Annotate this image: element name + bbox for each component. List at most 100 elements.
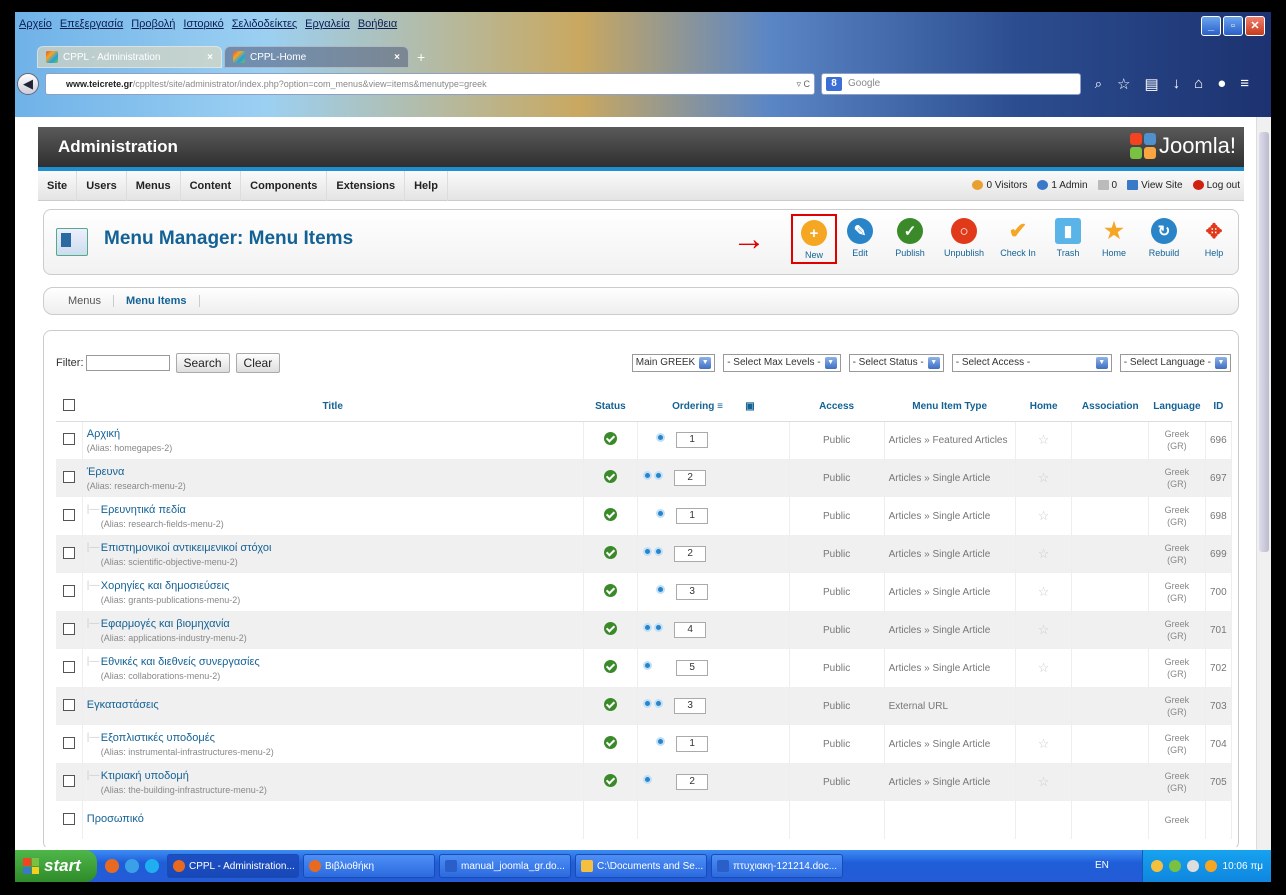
table-row[interactable]: Εγκαταστάσεις 3 Public External URL Greek (GR… <box>56 687 1233 725</box>
logout-link[interactable]: Log out <box>1192 171 1240 201</box>
move-up-icon[interactable] <box>643 661 653 670</box>
default-star-icon[interactable]: ☆ <box>1038 508 1050 523</box>
row-checkbox[interactable] <box>62 508 75 521</box>
rebuild-button[interactable]: ↻ Rebuild <box>1137 214 1191 264</box>
language-select[interactable]: - Select Language - ▼ <box>1119 354 1231 372</box>
table-row[interactable]: Εθνικές και διεθνείς συνεργασίες (Alias: … <box>56 649 1233 687</box>
move-down-icon[interactable] <box>656 737 666 746</box>
table-row[interactable]: Επιστημονικοί αντικειμενικοί στόχοι (Alia… <box>56 535 1233 573</box>
item-title-link[interactable]: Εγκαταστάσεις <box>87 699 579 711</box>
update-icon[interactable] <box>1204 860 1217 872</box>
move-up-icon[interactable] <box>643 547 653 556</box>
view-site-link[interactable]: View Site <box>1127 171 1183 201</box>
access-select[interactable]: - Select Access - ▼ <box>951 354 1112 372</box>
close-window-button[interactable]: ✕ <box>1245 16 1265 36</box>
order-input[interactable]: 3 <box>676 584 709 600</box>
ie-icon[interactable] <box>125 859 139 873</box>
menu-edit[interactable]: Επεξεργασία <box>60 18 123 30</box>
reload-icon[interactable]: ▿ C <box>796 74 810 94</box>
association-column-header[interactable]: Association <box>1071 393 1149 422</box>
submenu-menu-items[interactable]: Menu Items <box>114 295 200 307</box>
row-checkbox[interactable] <box>62 774 75 787</box>
admin-menu-components[interactable]: Components <box>241 170 328 201</box>
item-title-link[interactable]: Εφαρμογές και βιομηχανία <box>101 618 579 630</box>
item-title-link[interactable]: Έρευνα <box>87 466 579 478</box>
trash-button[interactable]: ▮ Trash <box>1045 214 1091 264</box>
close-tab-icon[interactable]: × <box>394 52 400 63</box>
default-star-icon[interactable]: ☆ <box>1038 622 1050 637</box>
messages-status[interactable]: 0 <box>1097 171 1117 201</box>
type-cell[interactable]: Articles » Single Article <box>884 649 1016 687</box>
edit-button[interactable]: ✎ Edit <box>837 214 883 264</box>
item-title-link[interactable]: Επιστημονικοί αντικειμενικοί στόχοι <box>101 542 579 554</box>
type-cell[interactable]: Articles » Single Article <box>884 725 1016 763</box>
addon-icon[interactable]: ● <box>1217 75 1226 93</box>
row-checkbox[interactable] <box>62 698 75 711</box>
move-down-icon[interactable] <box>654 699 664 708</box>
ordering-column-header[interactable]: Ordering ≡ ▣ <box>637 393 790 422</box>
published-check-icon[interactable] <box>603 470 617 483</box>
item-title-link[interactable]: Εξοπλιστικές υποδομές <box>101 732 579 744</box>
order-input[interactable]: 2 <box>676 774 709 790</box>
type-column-header[interactable]: Menu Item Type <box>884 393 1016 422</box>
new-button[interactable]: + New <box>791 214 837 264</box>
menu-file[interactable]: Αρχείο <box>19 18 52 30</box>
check-in-button[interactable]: ✔ Check In <box>991 214 1045 264</box>
volume-icon[interactable] <box>1186 860 1199 872</box>
move-up-icon[interactable] <box>643 623 653 632</box>
default-star-icon[interactable]: ☆ <box>1038 432 1050 447</box>
bookmarks-list-icon[interactable]: ▤ <box>1144 75 1158 93</box>
row-checkbox[interactable] <box>62 736 75 749</box>
published-check-icon[interactable] <box>603 622 617 635</box>
order-input[interactable]: 5 <box>676 660 709 676</box>
page-scrollbar[interactable] <box>1256 117 1271 850</box>
move-down-icon[interactable] <box>656 433 666 443</box>
admin-menu-site[interactable]: Site <box>38 170 78 201</box>
clock[interactable]: 10:06 πμ <box>1223 861 1263 872</box>
select-all-checkbox[interactable] <box>63 399 76 412</box>
published-check-icon[interactable] <box>603 584 617 597</box>
type-cell[interactable]: Articles » Single Article <box>884 459 1016 497</box>
status-column-header[interactable]: Status <box>583 393 638 422</box>
menu-tools[interactable]: Εργαλεία <box>305 18 350 30</box>
minimize-button[interactable]: _ <box>1201 16 1221 36</box>
access-column-header[interactable]: Access <box>789 393 885 422</box>
item-title-link[interactable]: Προσωπικό <box>87 813 579 825</box>
order-input[interactable]: 1 <box>676 432 709 449</box>
new-tab-button[interactable]: + <box>411 46 431 68</box>
row-checkbox[interactable] <box>62 660 75 673</box>
row-checkbox[interactable] <box>62 584 75 597</box>
published-check-icon[interactable] <box>603 432 617 446</box>
clear-button[interactable]: Clear <box>235 353 281 373</box>
back-button[interactable]: ◀ <box>17 73 39 95</box>
open-menu-icon[interactable]: ≡ <box>1240 75 1249 93</box>
row-checkbox[interactable] <box>62 622 75 635</box>
language-column-header[interactable]: Language <box>1148 393 1206 422</box>
admin-menu-help[interactable]: Help <box>405 170 448 201</box>
move-down-icon[interactable] <box>654 623 664 632</box>
downloads-icon[interactable]: ↓ <box>1173 75 1181 93</box>
task-manual-doc[interactable]: manual_joomla_gr.do... <box>439 854 571 878</box>
task-thesis-doc[interactable]: πτυχιακη-121214.doc... <box>711 854 843 878</box>
move-down-icon[interactable] <box>654 471 664 480</box>
help-button[interactable]: ✥ Help <box>1191 214 1237 264</box>
published-check-icon[interactable] <box>603 508 617 521</box>
default-star-icon[interactable]: ☆ <box>1038 774 1050 789</box>
search-engine-icon[interactable]: 8 <box>826 77 842 91</box>
default-star-icon[interactable]: ☆ <box>1038 660 1050 675</box>
row-checkbox[interactable] <box>62 546 75 559</box>
admin-menu-content[interactable]: Content <box>181 170 242 201</box>
id-column-header[interactable]: ID <box>1205 393 1232 422</box>
admin-menu-menus[interactable]: Menus <box>127 170 181 201</box>
table-row[interactable]: Κτιριακή υποδομή (Alias: the-building-inf… <box>56 763 1233 801</box>
skype-icon[interactable] <box>145 859 159 873</box>
menu-history[interactable]: Ιστορικό <box>183 18 223 30</box>
published-check-icon[interactable] <box>603 698 617 711</box>
network-icon[interactable] <box>1168 860 1181 872</box>
published-check-icon[interactable] <box>603 774 617 787</box>
move-down-icon[interactable] <box>656 585 666 594</box>
table-row[interactable]: Αρχική (Alias: homegapes-2) 1 Public Article… <box>56 421 1233 459</box>
unpublish-button[interactable]: ○ Unpublish <box>937 214 991 264</box>
item-title-link[interactable]: Αρχική <box>87 428 579 440</box>
close-tab-icon[interactable]: × <box>207 52 213 63</box>
